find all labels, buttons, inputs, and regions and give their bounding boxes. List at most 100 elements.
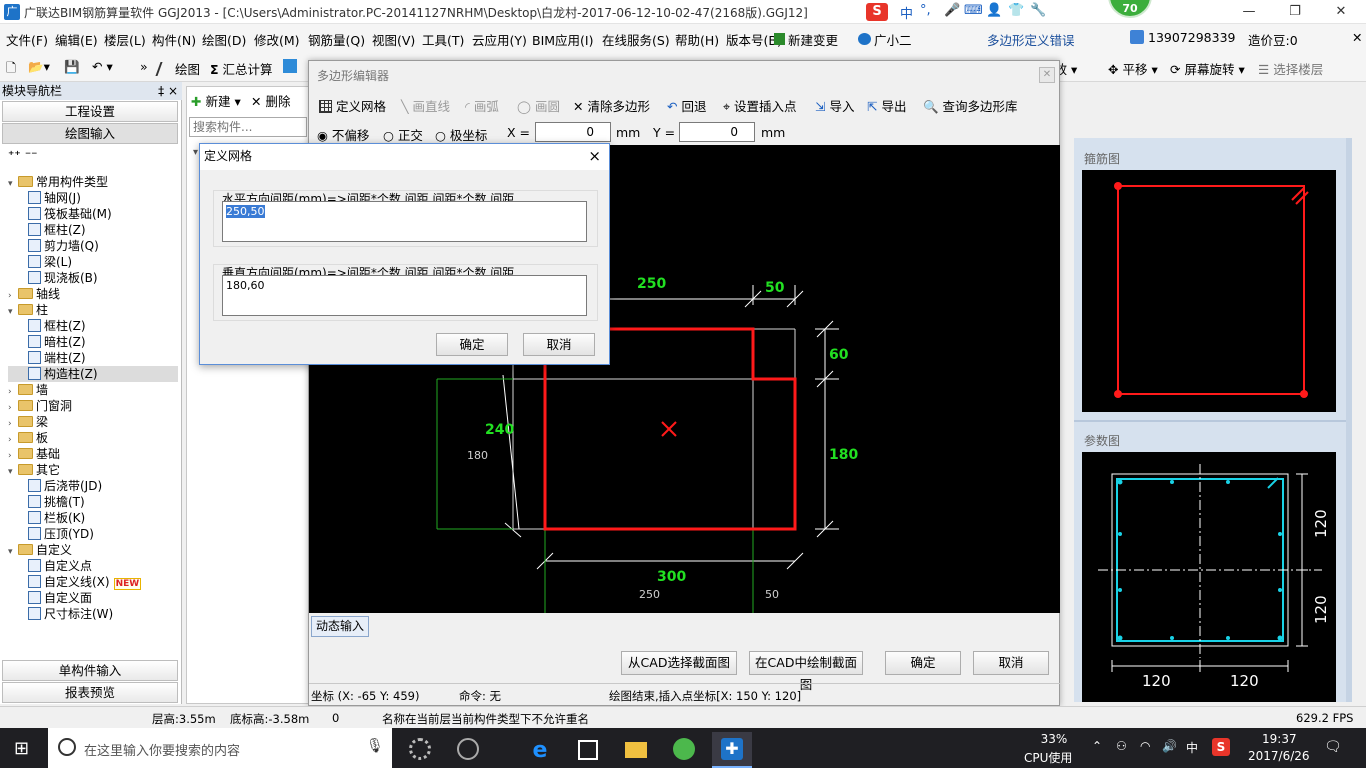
ime-shirt-icon[interactable]: 👕 [1008,3,1024,21]
save-icon[interactable]: 💾 [64,59,80,75]
tree-item[interactable]: 筏板基础(M) [8,206,178,222]
undo-button[interactable]: ↶ 回退 [667,96,706,115]
project-settings-button[interactable]: 工程设置 [2,101,178,122]
tree-item[interactable]: 现浇板(B) [8,270,178,286]
tree-folder[interactable]: › 基础 [8,446,178,462]
offset-polar-radio[interactable]: ○ 极坐标 [435,125,487,144]
grid-cancel-button[interactable]: 取消 [523,333,595,356]
tree-item[interactable]: 轴网(J) [8,190,178,206]
close-icon[interactable]: ✕ [1318,0,1364,24]
component-search-input[interactable] [189,117,307,137]
file-explorer-icon[interactable] [616,732,656,768]
tree-folder[interactable]: › 板 [8,430,178,446]
tree-folder[interactable]: ▾ 其它 [8,462,178,478]
tray-people-icon[interactable]: ⚇ [1116,739,1127,753]
single-component-button[interactable]: 单构件输入 [2,660,178,681]
tree-item[interactable]: 构造柱(Z) [8,366,178,382]
score-badge[interactable]: 70 [1108,0,1152,18]
clear-polygon-button[interactable]: ✕ 清除多边形 [573,96,650,115]
tree-item[interactable]: 暗柱(Z) [8,334,178,350]
menu-item[interactable]: 帮助(H) [675,30,719,49]
sum-calc-button[interactable]: Σ 汇总计算 [210,59,273,78]
menu-item[interactable]: 在线服务(S) [602,30,670,49]
expand-collapse-icons[interactable]: ⁺⁺ ⁻⁻ [8,148,38,162]
taskbar-search-box[interactable]: 在这里输入你要搜索的内容 🎙 [48,728,392,768]
new-component-button[interactable]: ✚ 新建 ▾ [191,91,241,110]
report-icon[interactable] [283,59,300,74]
delete-component-button[interactable]: ✕ 删除 [251,91,290,110]
horizontal-spacing-input[interactable]: 250,50 [222,201,587,242]
tree-item[interactable]: 端柱(Z) [8,350,178,366]
right-scrollbar[interactable] [1346,138,1352,702]
tree-item[interactable]: 剪力墙(Q) [8,238,178,254]
menu-item[interactable]: 云应用(Y) [472,30,527,49]
menu-item[interactable]: 文件(F) [6,30,48,49]
grid-ok-button[interactable]: 确定 [436,333,508,356]
undo-icon[interactable]: ↶ ▾ [92,59,113,74]
minimize-icon[interactable]: — [1226,0,1272,24]
tree-folder[interactable]: ▾ 柱 [8,302,178,318]
tree-item[interactable]: 框柱(Z) [8,222,178,238]
tree-item[interactable]: 自定义面 [8,590,178,606]
expanded-arrow-icon[interactable]: ▾ [8,304,18,320]
tree-collapse-icon[interactable]: ▾ [193,147,198,158]
tree-folder[interactable]: › 墙 [8,382,178,398]
tree-item[interactable]: 尺寸标注(W) [8,606,178,622]
set-insert-point-button[interactable]: ⌖ 设置插入点 [723,96,797,115]
grid-close-icon[interactable]: × [588,144,601,168]
glodon-app-icon[interactable] [664,732,704,768]
tree-item[interactable]: 后浇带(JD) [8,478,178,494]
offset-none-radio[interactable]: ◉ 不偏移 [317,125,369,144]
x-offset-input[interactable]: 0 [535,122,611,142]
store-icon[interactable] [568,732,608,768]
menu-item[interactable]: 视图(V) [372,30,415,49]
wifi-icon[interactable]: ◠ [1140,739,1150,753]
tree-item[interactable]: 挑檐(T) [8,494,178,510]
menu-item[interactable]: 编辑(E) [55,30,98,49]
tray-chevron-icon[interactable]: ⌃ [1092,739,1102,753]
menu-close-icon[interactable]: ✕ [1352,30,1362,45]
draw-button[interactable]: 绘图 [155,59,200,78]
toolbar-overflow-icon[interactable]: » [140,59,148,74]
screen-rotate-button[interactable]: ⟳ 屏幕旋转 ▾ [1170,59,1245,78]
windows-start-icon[interactable]: ⊞ [14,738,29,759]
pan-button[interactable]: ✥ 平移 ▾ [1108,59,1158,78]
draw-in-cad-button[interactable]: 在CAD中绘制截面图 [749,651,863,692]
draw-input-button[interactable]: 绘图输入 [2,123,178,144]
ime-mode[interactable]: 中 [900,3,913,22]
tray-ime-mode[interactable]: 中 [1186,739,1198,756]
taskbar-app-swirl-icon[interactable] [448,732,488,768]
expanded-arrow-icon[interactable]: ▾ [8,464,18,480]
menu-item[interactable]: 构件(N) [152,30,196,49]
tree-folder[interactable]: › 梁 [8,414,178,430]
tray-sogou-icon[interactable]: S [1212,738,1230,756]
poly-close-icon[interactable]: ✕ [1039,67,1055,83]
ime-punct-icon[interactable]: °, [920,3,931,21]
dynamic-input-toggle[interactable]: 动态输入 [311,616,369,637]
define-grid-button[interactable]: 定义网格 [319,96,386,115]
report-preview-button[interactable]: 报表预览 [2,682,178,703]
notification-icon[interactable]: 🗨 [1324,739,1342,755]
edge-browser-icon[interactable]: e [520,732,560,768]
price-bean[interactable]: 造价豆:0 [1248,30,1298,49]
menu-item[interactable]: 新建变更 [788,30,838,49]
ime-skin-icon[interactable]: 👤 [986,3,1002,21]
menu-item[interactable]: 修改(M) [254,30,300,49]
ime-tool-icon[interactable]: 🔧 [1030,3,1046,21]
tree-item[interactable]: 压顶(YD) [8,526,178,542]
menu-item[interactable]: 工具(T) [422,30,464,49]
menu-item[interactable]: 广小二 [874,30,912,49]
taskbar-app-fan-icon[interactable] [400,732,440,768]
menu-item[interactable]: 楼层(L) [104,30,146,49]
draw-arc-button[interactable]: ◜ 画弧 [465,96,499,115]
export-button[interactable]: ⇱ 导出 [867,96,906,115]
nav-pin-close-icon[interactable]: ‡ × [158,82,178,100]
tree-item[interactable]: 自定义点 [8,558,178,574]
tree-item[interactable]: 梁(L) [8,254,178,270]
menu-item[interactable]: BIM应用(I) [532,30,594,49]
select-from-cad-button[interactable]: 从CAD选择截面图 [621,651,737,675]
tree-item[interactable]: 框柱(Z) [8,318,178,334]
draw-line-button[interactable]: ╲ 画直线 [401,96,450,115]
poly-cancel-button[interactable]: 取消 [973,651,1049,675]
tree-folder[interactable]: › 门窗洞 [8,398,178,414]
